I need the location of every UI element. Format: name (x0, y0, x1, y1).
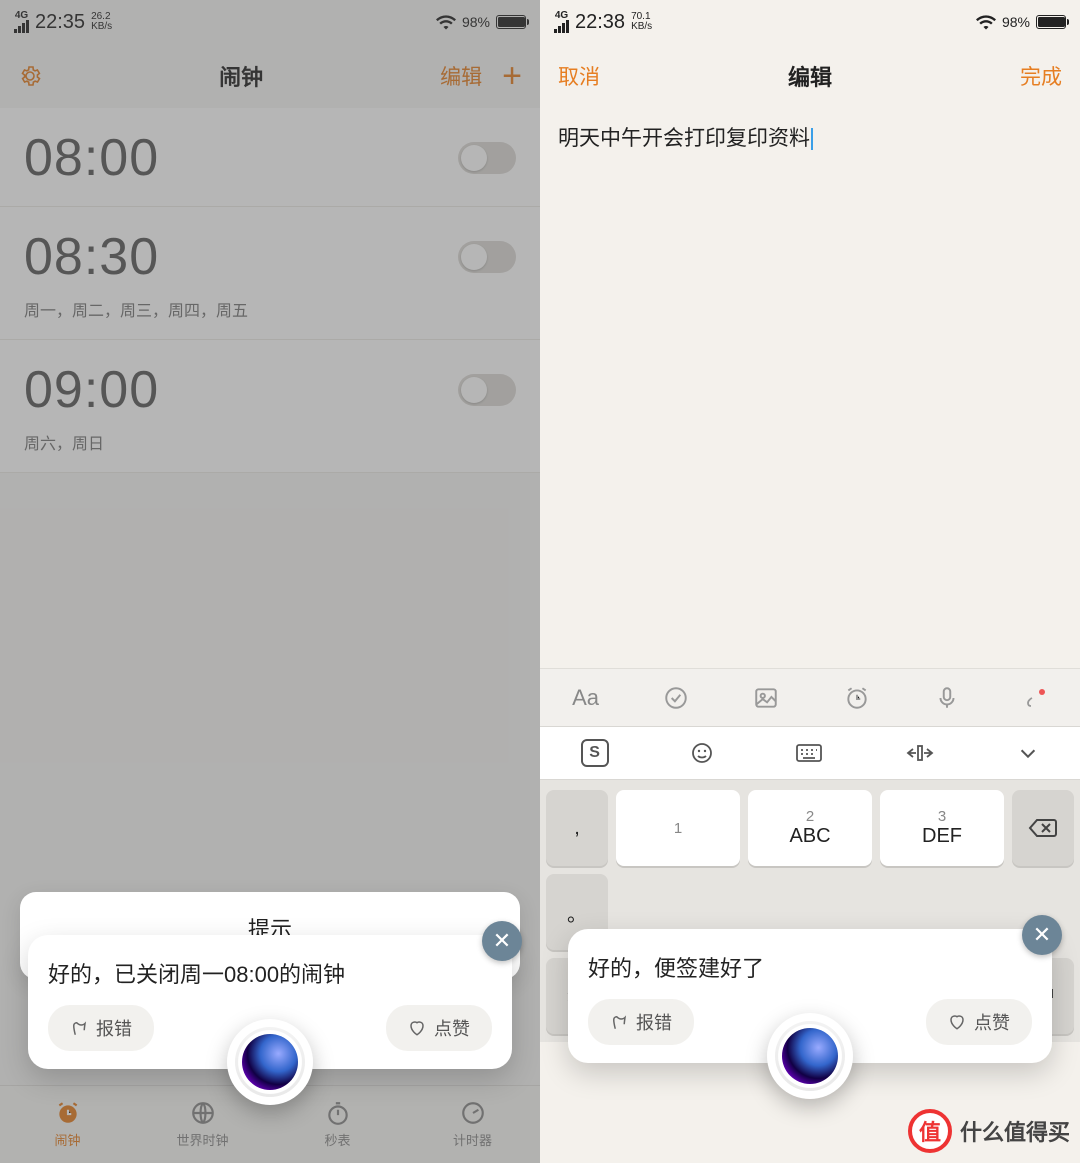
report-label: 报错 (636, 1009, 672, 1035)
add-alarm-button[interactable]: + (502, 59, 522, 93)
tab-alarm[interactable]: 闹钟 (0, 1086, 135, 1163)
alarm-navbar: 闹钟 编辑 + (0, 44, 540, 108)
signal-bars-icon (554, 20, 569, 33)
report-label: 报错 (96, 1015, 132, 1041)
key-comma[interactable]: , (546, 790, 608, 866)
timer-icon (460, 1100, 486, 1126)
key-1[interactable]: 1 (616, 790, 740, 866)
stopwatch-icon (325, 1100, 351, 1126)
key-2-abc[interactable]: 2ABC (748, 790, 872, 866)
voice-assistant-orb[interactable] (227, 1019, 313, 1105)
alarm-row[interactable]: 08:00 (0, 108, 540, 207)
watermark: 值 什么值得买 (908, 1109, 1070, 1153)
battery-percent: 98% (1002, 14, 1030, 30)
alarm-days: 周一，周二，周三，周四，周五 (24, 297, 516, 321)
status-time: 22:38 (575, 11, 625, 34)
ime-toolbar: S (540, 726, 1080, 780)
voice-assistant-orb[interactable] (767, 1013, 853, 1099)
flag-icon (610, 1013, 628, 1031)
network-4g-icon: 4G (15, 11, 28, 20)
text-cursor (811, 128, 813, 150)
battery-percent: 98% (462, 14, 490, 30)
page-title: 闹钟 (219, 60, 263, 92)
assistant-message: 好的，便签建好了 (588, 951, 1032, 983)
tab-timer[interactable]: 计时器 (405, 1086, 540, 1163)
edit-button[interactable]: 编辑 (440, 61, 482, 91)
assistant-message: 好的，已关闭周一08:00的闹钟 (48, 957, 492, 989)
network-4g-icon: 4G (555, 11, 568, 20)
status-kbps-unit: KB/s (631, 22, 652, 32)
battery-icon (1036, 15, 1066, 29)
like-label: 点赞 (974, 1009, 1010, 1035)
key-backspace[interactable] (1012, 790, 1074, 866)
like-label: 点赞 (434, 1015, 470, 1041)
sogou-logo-icon[interactable]: S (581, 739, 609, 767)
close-icon[interactable]: ✕ (482, 921, 522, 961)
alarm-time: 08:30 (24, 227, 159, 287)
chevron-down-icon[interactable] (1017, 742, 1039, 764)
done-button[interactable]: 完成 (1020, 61, 1062, 91)
watermark-text: 什么值得买 (960, 1115, 1070, 1147)
phone-left-alarm: 4G 22:35 26.2 KB/s 98% 闹钟 编辑 + 08:00 (0, 0, 540, 1163)
alarm-toggle[interactable] (458, 241, 516, 273)
key-3-def[interactable]: 3DEF (880, 790, 1004, 866)
alarm-toggle[interactable] (458, 142, 516, 174)
flag-icon (70, 1019, 88, 1037)
alarm-time: 09:00 (24, 360, 159, 420)
paint-icon[interactable] (1024, 686, 1048, 710)
phone-right-notes: 4G 22:38 70.1 KB/s 98% 取消 编辑 完成 明天中午开会打印… (540, 0, 1080, 1163)
image-icon[interactable] (753, 685, 779, 711)
status-bar: 4G 22:35 26.2 KB/s 98% (0, 0, 540, 44)
like-button[interactable]: 点赞 (926, 999, 1032, 1045)
note-navbar: 取消 编辑 完成 (540, 44, 1080, 108)
globe-icon (190, 1100, 216, 1126)
close-icon[interactable]: ✕ (1022, 915, 1062, 955)
cursor-move-icon[interactable] (904, 741, 936, 765)
page-title: 编辑 (788, 60, 832, 92)
status-time: 22:35 (35, 11, 85, 34)
alarm-icon[interactable] (844, 685, 870, 711)
text-style-button[interactable]: Aa (572, 685, 599, 711)
battery-icon (496, 15, 526, 29)
checkmark-circle-icon[interactable] (663, 685, 689, 711)
gear-icon[interactable] (18, 64, 42, 88)
alarm-row[interactable]: 08:30 周一，周二，周三，周四，周五 (0, 207, 540, 340)
alarm-days: 周六，周日 (24, 430, 516, 454)
status-bar: 4G 22:38 70.1 KB/s 98% (540, 0, 1080, 44)
alarm-time: 08:00 (24, 128, 159, 188)
note-text: 明天中午开会打印复印资料 (558, 127, 810, 150)
microphone-icon[interactable] (934, 685, 960, 711)
alarm-list: 08:00 08:30 周一，周二，周三，周四，周五 09:00 周六，周日 (0, 108, 540, 473)
emoji-icon[interactable] (690, 741, 714, 765)
backspace-icon (1028, 817, 1058, 839)
note-editor[interactable]: 明天中午开会打印复印资料 (540, 108, 1080, 668)
wifi-icon (436, 14, 456, 30)
report-error-button[interactable]: 报错 (588, 999, 694, 1045)
heart-icon (408, 1019, 426, 1037)
cancel-button[interactable]: 取消 (558, 61, 600, 91)
report-error-button[interactable]: 报错 (48, 1005, 154, 1051)
alarm-clock-icon (55, 1100, 81, 1126)
like-button[interactable]: 点赞 (386, 1005, 492, 1051)
alarm-toggle[interactable] (458, 374, 516, 406)
keyboard-icon[interactable] (795, 741, 823, 765)
signal-bars-icon (14, 20, 29, 33)
watermark-badge: 值 (908, 1109, 952, 1153)
alarm-row[interactable]: 09:00 周六，周日 (0, 340, 540, 473)
status-kbps-unit: KB/s (91, 22, 112, 32)
heart-icon (948, 1013, 966, 1031)
note-format-toolbar: Aa (540, 668, 1080, 726)
wifi-icon (976, 14, 996, 30)
